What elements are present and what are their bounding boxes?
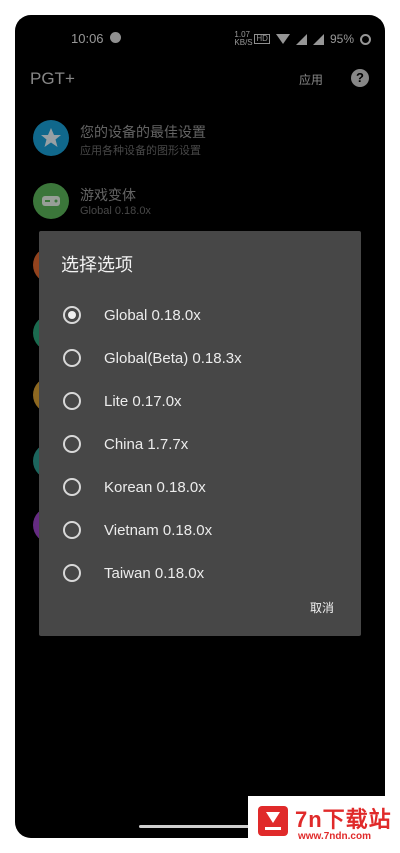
- watermark-name: 7n下载站: [295, 807, 392, 832]
- option-korean[interactable]: Korean 0.18.0x: [39, 467, 361, 507]
- radio-icon[interactable]: [63, 564, 81, 582]
- radio-icon[interactable]: [63, 392, 81, 410]
- radio-selected-icon[interactable]: [63, 306, 81, 324]
- option-global-beta[interactable]: Global(Beta) 0.18.3x: [39, 338, 361, 378]
- radio-icon[interactable]: [63, 521, 81, 539]
- option-taiwan[interactable]: Taiwan 0.18.0x: [39, 553, 361, 593]
- home-indicator[interactable]: [139, 825, 261, 828]
- option-label: Korean 0.18.0x: [104, 478, 206, 496]
- cancel-button[interactable]: 取消: [310, 599, 334, 616]
- option-label: Lite 0.17.0x: [104, 392, 182, 410]
- download-icon: [258, 806, 288, 836]
- watermark-url: www.7ndn.com: [298, 831, 371, 842]
- option-lite[interactable]: Lite 0.17.0x: [39, 381, 361, 421]
- option-label: China 1.7.7x: [104, 435, 189, 453]
- option-label: Global 0.18.0x: [104, 306, 201, 324]
- option-label: Vietnam 0.18.0x: [104, 521, 213, 539]
- phone-screen: 10:06 1.07 KB/S HD 95% PGT+ 应用 ? 您的设备的最佳…: [15, 15, 385, 838]
- radio-icon[interactable]: [63, 478, 81, 496]
- option-label: Taiwan 0.18.0x: [104, 564, 205, 582]
- option-global[interactable]: Global 0.18.0x: [39, 295, 361, 335]
- radio-icon[interactable]: [63, 349, 81, 367]
- select-option-dialog: 选择选项 Global 0.18.0x Global(Beta) 0.18.3x…: [39, 231, 361, 636]
- option-label: Global(Beta) 0.18.3x: [104, 349, 242, 367]
- option-vietnam[interactable]: Vietnam 0.18.0x: [39, 510, 361, 550]
- option-china[interactable]: China 1.7.7x: [39, 424, 361, 464]
- radio-icon[interactable]: [63, 435, 81, 453]
- watermark: 7n下载站 www.7ndn.com: [248, 796, 400, 853]
- dialog-title: 选择选项: [61, 255, 133, 275]
